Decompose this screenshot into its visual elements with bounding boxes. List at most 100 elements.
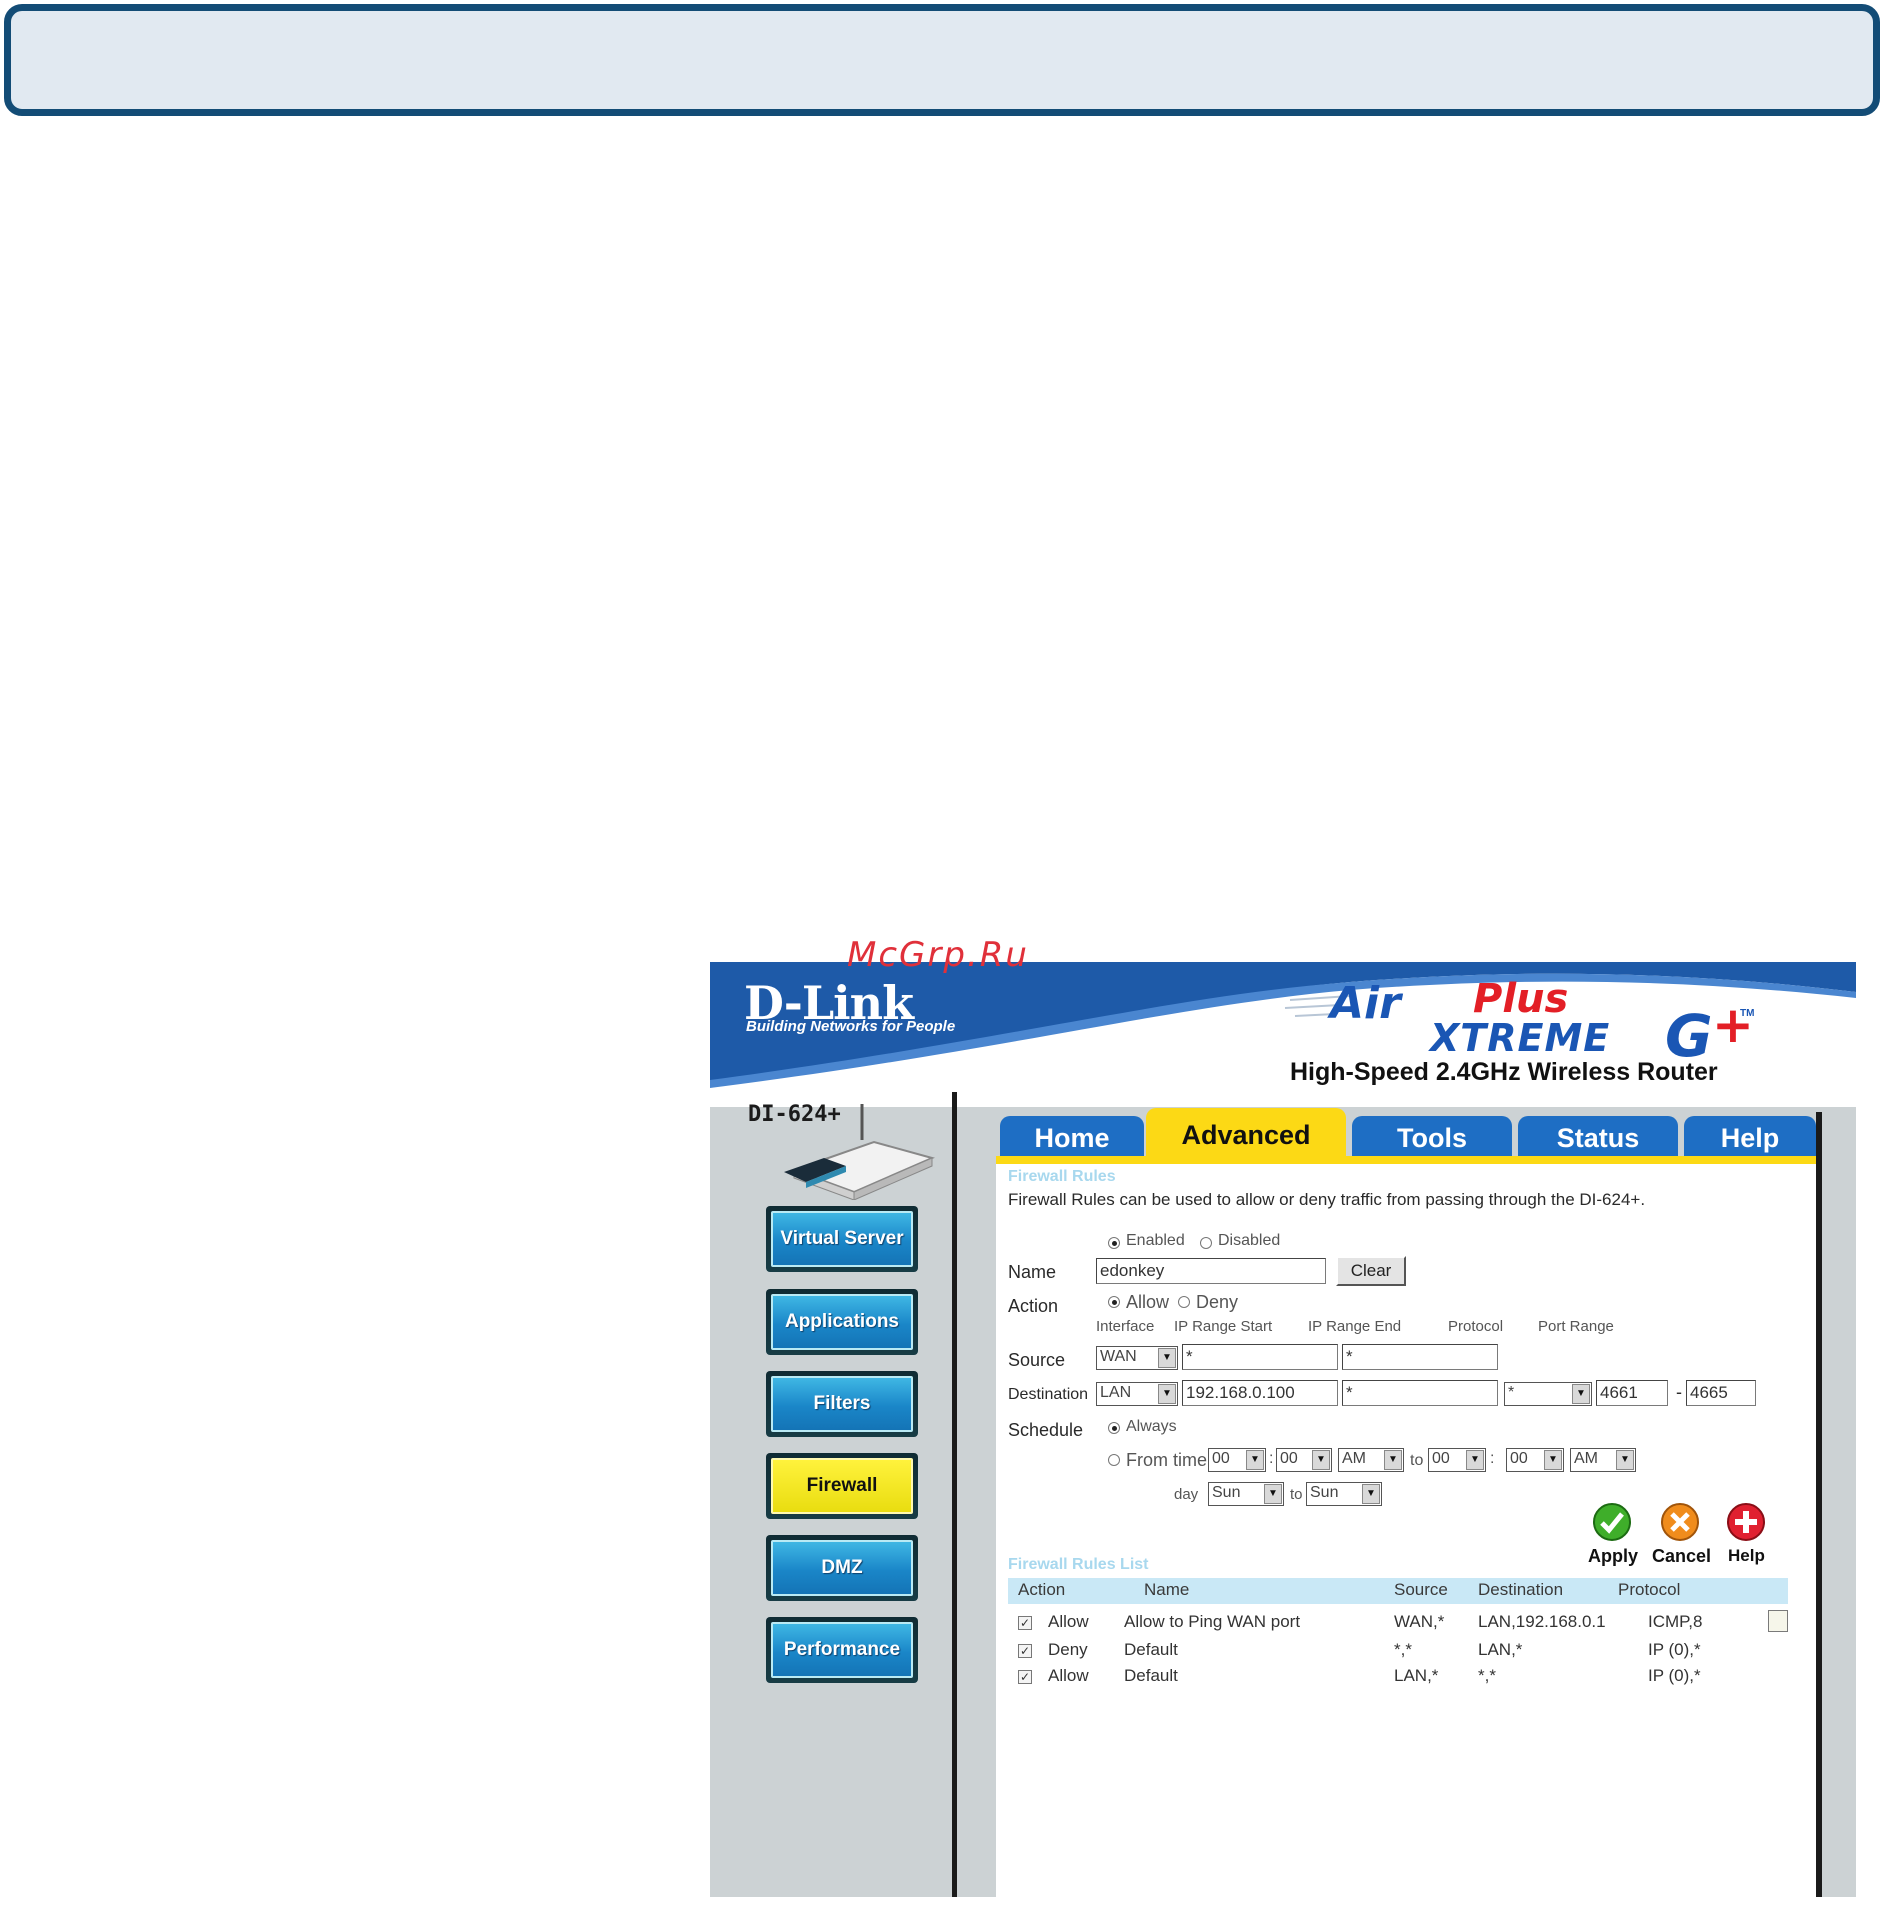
deny-label: Deny	[1196, 1292, 1239, 1312]
rule-name: Allow to Ping WAN port	[1124, 1612, 1301, 1631]
to-minute-select[interactable]: 00 ▼	[1506, 1448, 1564, 1472]
chevron-down-icon: ▼	[1616, 1450, 1634, 1470]
rule-action: Allow	[1048, 1666, 1089, 1685]
day-to-value: Sun	[1310, 1484, 1339, 1501]
col-interface: Interface	[1096, 1318, 1155, 1335]
rule-enabled-checkbox[interactable]: ✓	[1018, 1616, 1032, 1630]
col-port-range: Port Range	[1538, 1318, 1614, 1335]
dest-port-end-input[interactable]: 4665	[1686, 1380, 1756, 1406]
allow-radio[interactable]	[1108, 1296, 1120, 1308]
chevron-down-icon: ▼	[1384, 1450, 1402, 1470]
logo-tagline: Building Networks for People	[746, 1018, 956, 1035]
rules-list-title: Firewall Rules List	[1008, 1556, 1149, 1573]
deny-radio[interactable]	[1178, 1296, 1190, 1308]
to-hour-value: 00	[1432, 1450, 1450, 1467]
product-line: High-Speed 2.4GHz Wireless Router	[1290, 1058, 1718, 1086]
dest-protocol-select[interactable]: * ▼	[1504, 1382, 1592, 1406]
tab-advanced[interactable]: Advanced	[1146, 1108, 1346, 1158]
chevron-down-icon: ▼	[1572, 1384, 1590, 1404]
to-ampm-value: AM	[1574, 1450, 1598, 1467]
rule-name: Default	[1124, 1666, 1178, 1685]
from-hour-select[interactable]: 00 ▼	[1208, 1448, 1266, 1472]
from-minute-select[interactable]: 00 ▼	[1276, 1448, 1332, 1472]
dest-port-start-input[interactable]: 4661	[1596, 1380, 1668, 1406]
rule-action: Deny	[1048, 1640, 1088, 1659]
chevron-down-icon: ▼	[1158, 1384, 1176, 1404]
source-label: Source	[1008, 1350, 1066, 1370]
tab-tools[interactable]: Tools	[1352, 1116, 1512, 1158]
rule-destination: LAN,*	[1478, 1640, 1523, 1659]
rule-protocol: IP (0),*	[1648, 1640, 1701, 1659]
edit-icon[interactable]	[1768, 1610, 1788, 1632]
cancel-x-icon[interactable]	[1660, 1502, 1700, 1542]
dest-protocol-value: *	[1508, 1384, 1515, 1401]
source-ip-end-input[interactable]: *	[1342, 1344, 1498, 1370]
sidebar-item-virtual-server[interactable]: Virtual Server	[766, 1206, 918, 1272]
disabled-radio[interactable]	[1200, 1237, 1212, 1249]
top-banner-frame	[4, 4, 1880, 116]
rule-source: *,*	[1394, 1640, 1412, 1659]
clear-button[interactable]: Clear	[1336, 1256, 1406, 1286]
source-interface-select[interactable]: WAN ▼	[1096, 1346, 1178, 1370]
dest-interface-select[interactable]: LAN ▼	[1096, 1382, 1178, 1406]
tab-help[interactable]: Help	[1684, 1116, 1816, 1158]
rule-enabled-checkbox[interactable]: ✓	[1018, 1644, 1032, 1658]
sidebar-item-label: Performance	[771, 1622, 913, 1678]
tab-underline	[996, 1156, 1816, 1164]
always-radio[interactable]	[1108, 1422, 1120, 1434]
sidebar-item-label: Virtual Server	[771, 1211, 913, 1267]
chevron-down-icon: ▼	[1158, 1348, 1176, 1368]
from-time-radio[interactable]	[1108, 1454, 1120, 1466]
sidebar-item-label: DMZ	[771, 1540, 913, 1596]
sidebar-item-applications[interactable]: Applications	[766, 1289, 918, 1355]
sidebar-item-firewall[interactable]: Firewall	[766, 1453, 918, 1519]
dest-ip-start-input[interactable]: 192.168.0.100	[1182, 1380, 1338, 1406]
sidebar-item-label: Filters	[771, 1376, 913, 1432]
help-button[interactable]: Help	[1728, 1546, 1765, 1566]
disabled-label: Disabled	[1218, 1232, 1281, 1249]
apply-button[interactable]: Apply	[1588, 1546, 1638, 1567]
from-hour-value: 00	[1212, 1450, 1230, 1467]
from-ampm-select[interactable]: AM ▼	[1338, 1448, 1404, 1472]
chevron-down-icon: ▼	[1362, 1484, 1380, 1504]
help-plus-icon[interactable]	[1726, 1502, 1766, 1542]
to-hour-select[interactable]: 00 ▼	[1428, 1448, 1486, 1472]
header: D-Link Building Networks for People Air …	[710, 962, 1856, 1107]
rule-protocol: IP (0),*	[1648, 1666, 1701, 1685]
port-range-separator: -	[1676, 1382, 1682, 1402]
chevron-down-icon: ▼	[1466, 1450, 1484, 1470]
sidebar-item-filters[interactable]: Filters	[766, 1371, 918, 1437]
schedule-label: Schedule	[1008, 1420, 1084, 1440]
sidebar-item-dmz[interactable]: DMZ	[766, 1535, 918, 1601]
rule-protocol: ICMP,8	[1648, 1612, 1703, 1631]
name-input[interactable]: edonkey	[1096, 1258, 1326, 1284]
header-protocol: Protocol	[1618, 1580, 1681, 1599]
col-protocol: Protocol	[1448, 1318, 1504, 1335]
section-description: Firewall Rules can be used to allow or d…	[1008, 1190, 1646, 1209]
rule-enabled-checkbox[interactable]: ✓	[1018, 1670, 1032, 1684]
chevron-down-icon: ▼	[1264, 1484, 1282, 1504]
col-ip-end: IP Range End	[1308, 1318, 1402, 1335]
router-admin-screenshot: D-Link Building Networks for People Air …	[710, 962, 1856, 1897]
day-to-select[interactable]: Sun ▼	[1306, 1482, 1382, 1506]
header-name: Name	[1144, 1580, 1190, 1599]
sidebar-item-performance[interactable]: Performance	[766, 1617, 918, 1683]
chevron-down-icon: ▼	[1246, 1450, 1264, 1470]
source-ip-start-input[interactable]: *	[1182, 1344, 1338, 1370]
sidebar-item-label: Firewall	[771, 1458, 913, 1514]
day-from-select[interactable]: Sun ▼	[1208, 1482, 1284, 1506]
enabled-label: Enabled	[1126, 1232, 1185, 1249]
tab-home[interactable]: Home	[1000, 1116, 1144, 1158]
table-row: ✓ Allow Default LAN,* *,* IP (0),*	[1008, 1666, 1798, 1692]
rule-source: WAN,*	[1394, 1612, 1445, 1631]
from-minute-value: 00	[1280, 1450, 1298, 1467]
day-to-label: to	[1290, 1486, 1303, 1503]
apply-check-icon[interactable]	[1592, 1502, 1632, 1542]
always-label: Always	[1126, 1418, 1177, 1435]
to-minute-value: 00	[1510, 1450, 1528, 1467]
tab-status[interactable]: Status	[1518, 1116, 1678, 1158]
cancel-button[interactable]: Cancel	[1652, 1546, 1711, 1567]
dest-ip-end-input[interactable]: *	[1342, 1380, 1498, 1406]
enabled-radio[interactable]	[1108, 1237, 1120, 1249]
to-ampm-select[interactable]: AM ▼	[1570, 1448, 1636, 1472]
